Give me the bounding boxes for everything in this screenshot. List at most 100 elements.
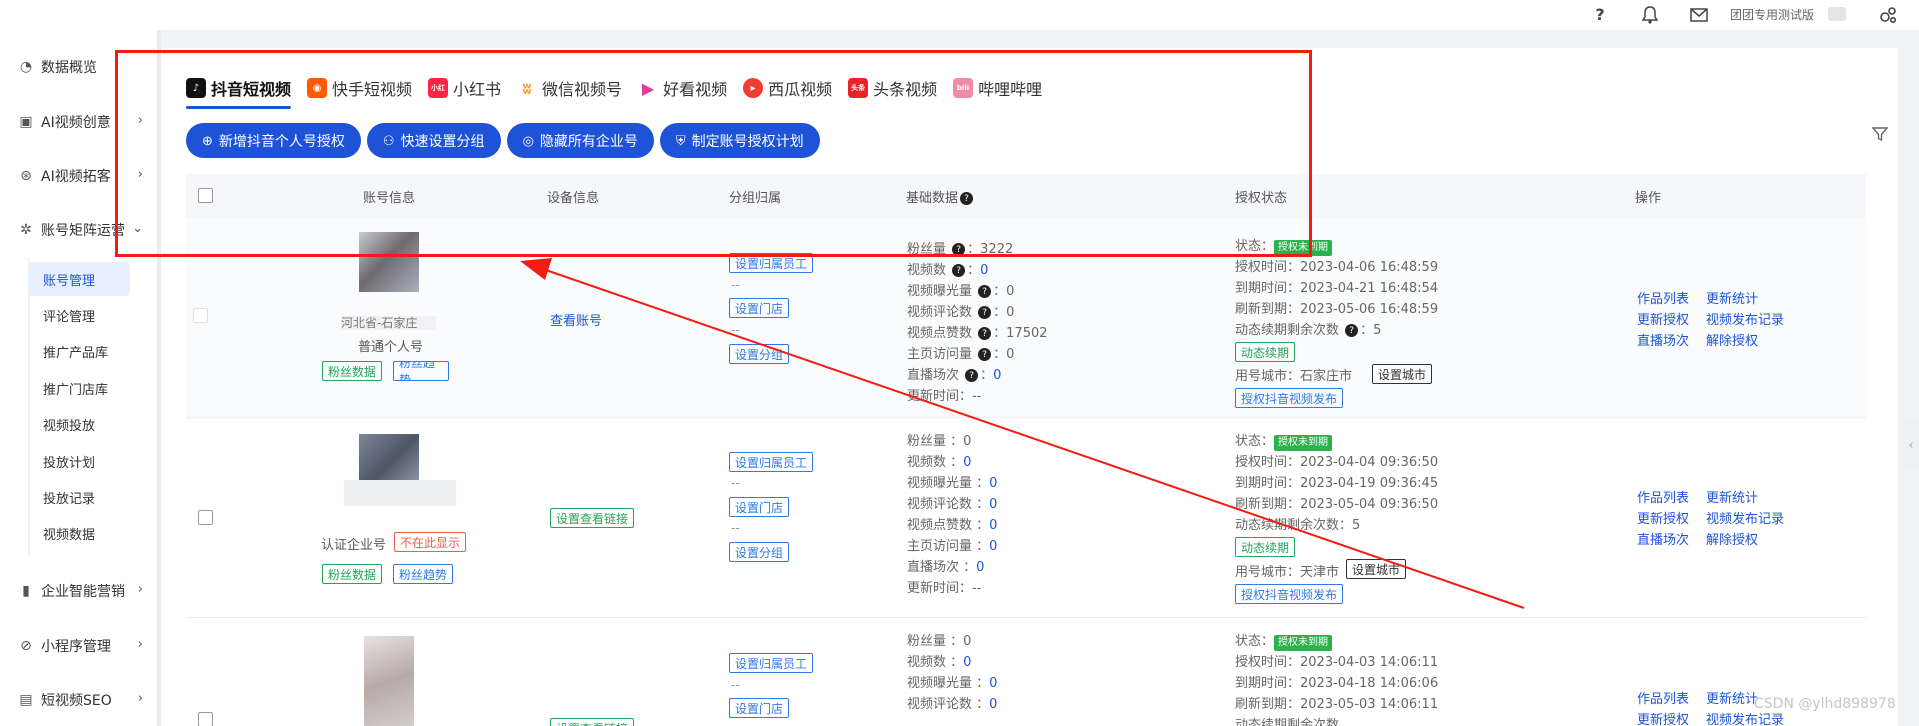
- stat-value: 0: [989, 497, 998, 512]
- set-view-link-button[interactable]: 设置查看链接: [550, 508, 635, 528]
- update-auth-link[interactable]: 更新授权: [1637, 709, 1689, 726]
- publish-log-link[interactable]: 视频发布记录: [1706, 309, 1784, 328]
- live-sessions-link[interactable]: 直播场次: [1637, 330, 1689, 349]
- auth-status: 状态： 授权未到期: [1235, 630, 1333, 651]
- tab-xigua[interactable]: ▸ 西瓜视频: [743, 68, 832, 108]
- auth-plan-button[interactable]: ⛨ 制定账号授权计划: [659, 123, 820, 158]
- dynamic-renew-button[interactable]: 动态续期: [1235, 537, 1296, 557]
- sidebar-item-ai-video[interactable]: ▣ AI视频创意 ›: [0, 104, 157, 140]
- auth-value: 2023-04-03 14:06:11: [1300, 655, 1439, 670]
- help-icon[interactable]: ?: [978, 348, 992, 361]
- sidebar-sub-comment-manage[interactable]: 评论管理: [28, 298, 130, 332]
- fan-trend-button[interactable]: 粉丝趋势: [393, 361, 449, 381]
- sidebar-sub-video-data[interactable]: 视频数据: [28, 516, 130, 550]
- tab-wechat-channels[interactable]: ʬ 微信视频号: [517, 68, 622, 108]
- help-icon[interactable]: ?: [978, 327, 992, 340]
- set-store-button[interactable]: 设置门店: [729, 298, 790, 318]
- set-store-button[interactable]: 设置门店: [729, 497, 790, 517]
- help-icon[interactable]: ?: [978, 306, 992, 319]
- user-avatar[interactable]: [1828, 7, 1846, 21]
- dynamic-renew-button[interactable]: 动态续期: [1235, 342, 1296, 362]
- sidebar-item-seo[interactable]: ▤ 短视频SEO ›: [0, 682, 157, 718]
- set-city-button[interactable]: 设置城市: [1346, 559, 1407, 579]
- tab-xiaohongshu[interactable]: 小红 小红书: [428, 68, 501, 108]
- view-account-link[interactable]: 查看账号: [550, 310, 602, 329]
- quick-group-button[interactable]: ⚇ 快速设置分组: [366, 123, 501, 158]
- sidebar-sub-delivery-plan[interactable]: 投放计划: [28, 444, 130, 478]
- sidebar-item-smart-marketing[interactable]: ▮ 企业智能营销 ›: [0, 573, 157, 609]
- stat-label: 视频点赞数: [907, 518, 973, 533]
- update-auth-link[interactable]: 更新授权: [1637, 508, 1689, 527]
- sidebar-sub-product-lib[interactable]: 推广产品库: [28, 334, 130, 368]
- assign-staff-button[interactable]: 设置归属员工: [729, 253, 814, 273]
- auth-label: 动态续期剩余次数: [1235, 518, 1340, 533]
- update-stats-link[interactable]: 更新统计: [1706, 487, 1758, 506]
- update-stats-link[interactable]: 更新统计: [1706, 288, 1758, 307]
- use-city: 用号城市：石家庄市: [1235, 365, 1352, 384]
- revoke-auth-link[interactable]: 解除授权: [1706, 529, 1758, 548]
- stat-updated: 更新时间：--: [907, 577, 981, 596]
- set-city-button[interactable]: 设置城市: [1372, 364, 1433, 384]
- publish-log-link[interactable]: 视频发布记录: [1706, 508, 1784, 527]
- sidebar-item-mini-program[interactable]: ⊘ 小程序管理 ›: [0, 628, 157, 664]
- sidebar-item-overview[interactable]: ◔ 数据概览: [0, 49, 157, 85]
- user-name[interactable]: 团团专用测试版: [1730, 6, 1814, 23]
- select-all-checkbox[interactable]: [198, 188, 213, 203]
- help-icon[interactable]: ?: [978, 285, 992, 298]
- refresh-time: 刷新到期：2023-05-03 14:06:11: [1235, 693, 1438, 712]
- auth-publish-button[interactable]: 授权抖音视频发布: [1235, 584, 1344, 604]
- tab-kuaishou[interactable]: ◉ 快手短视频: [307, 68, 412, 108]
- sidebar-item-ai-expand[interactable]: ⊛ AI视频拓客 ›: [0, 158, 157, 194]
- update-auth-link[interactable]: 更新授权: [1637, 309, 1689, 328]
- auth-publish-button[interactable]: 授权抖音视频发布: [1235, 388, 1344, 408]
- sidebar-sub-delivery-log[interactable]: 投放记录: [28, 480, 130, 514]
- row-checkbox[interactable]: [193, 308, 208, 323]
- tab-douyin[interactable]: ♪ 抖音短视频: [186, 68, 292, 109]
- stat-value: 0: [963, 455, 972, 470]
- help-icon[interactable]: ?: [1345, 324, 1359, 337]
- set-group-button[interactable]: 设置分组: [729, 344, 790, 364]
- question-icon[interactable]: ?: [1588, 3, 1612, 27]
- add-douyin-auth-button[interactable]: ⊕ 新增抖音个人号授权: [186, 123, 361, 158]
- update-stats-link[interactable]: 更新统计: [1706, 688, 1758, 707]
- tab-bilibili[interactable]: bili 哔哩哔哩: [953, 68, 1042, 108]
- live-sessions-link[interactable]: 直播场次: [1637, 529, 1689, 548]
- set-view-link-button[interactable]: 设置查看链接: [550, 718, 635, 726]
- auth-value: 2023-05-03 14:06:11: [1300, 697, 1439, 712]
- collapse-handle[interactable]: ‹: [1903, 420, 1919, 470]
- sidebar-sub-video-delivery[interactable]: 视频投放: [28, 407, 130, 441]
- gear-cluster-icon[interactable]: [1876, 3, 1900, 27]
- works-list-link[interactable]: 作品列表: [1637, 288, 1689, 307]
- stat-value: 0: [989, 697, 998, 712]
- sidebar-sub-store-lib[interactable]: 推广门店库: [28, 371, 130, 405]
- fan-data-button[interactable]: 粉丝数据: [322, 361, 383, 381]
- filter-icon[interactable]: [1871, 126, 1889, 147]
- mail-icon[interactable]: [1687, 3, 1711, 27]
- hide-enterprise-button[interactable]: ◎ 隐藏所有企业号: [506, 123, 654, 158]
- set-store-button[interactable]: 设置门店: [729, 698, 790, 718]
- set-group-button[interactable]: 设置分组: [729, 542, 790, 562]
- assign-staff-button[interactable]: 设置归属员工: [729, 653, 814, 673]
- help-icon[interactable]: ?: [952, 243, 966, 256]
- help-icon[interactable]: ?: [952, 264, 966, 277]
- tab-toutiao[interactable]: 头条 头条视频: [848, 68, 937, 108]
- sidebar-sub-account-manage[interactable]: 账号管理: [28, 262, 130, 296]
- revoke-auth-link[interactable]: 解除授权: [1706, 330, 1758, 349]
- works-list-link[interactable]: 作品列表: [1637, 487, 1689, 506]
- row-checkbox[interactable]: [198, 712, 213, 726]
- row-checkbox[interactable]: [198, 510, 213, 525]
- assign-staff-button[interactable]: 设置归属员工: [729, 452, 814, 472]
- stat-likes: 视频点赞数 ：0: [907, 518, 998, 533]
- fan-data-button[interactable]: 粉丝数据: [322, 564, 383, 584]
- help-icon[interactable]: ?: [965, 369, 979, 382]
- help-icon[interactable]: ?: [960, 192, 974, 205]
- hidden-badge[interactable]: 不在此显示: [394, 532, 467, 552]
- tab-label: 好看视频: [663, 80, 728, 99]
- sidebar-item-matrix[interactable]: ✲ 账号矩阵运营 ⌄: [0, 212, 157, 248]
- fan-trend-button[interactable]: 粉丝趋势: [393, 564, 454, 584]
- tab-haokan[interactable]: ▶ 好看视频: [638, 68, 727, 108]
- works-list-link[interactable]: 作品列表: [1637, 688, 1689, 707]
- bell-icon[interactable]: [1638, 3, 1662, 27]
- auth-value: 2023-05-04 09:36:50: [1300, 497, 1439, 512]
- stat-value: ：0: [950, 634, 972, 649]
